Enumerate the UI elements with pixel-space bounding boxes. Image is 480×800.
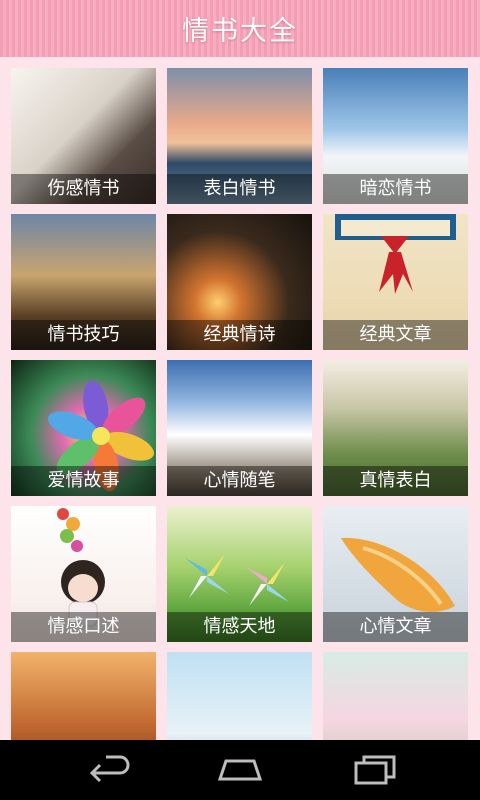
- tile-label: 情感口述: [11, 612, 156, 642]
- tile-image: [167, 652, 312, 740]
- tile-row5-2[interactable]: [167, 652, 312, 740]
- tile-row5-3[interactable]: [323, 652, 468, 740]
- system-navigation-bar: [0, 740, 480, 800]
- tile-classic-poems[interactable]: 经典情诗: [167, 214, 312, 350]
- tile-image: [11, 652, 156, 740]
- tile-emotional-narratives[interactable]: 情感口述: [11, 506, 156, 642]
- back-button[interactable]: [62, 740, 152, 800]
- tile-row5-1[interactable]: [11, 652, 156, 740]
- tile-confession-letters[interactable]: 表白情书: [167, 68, 312, 204]
- tile-label: 经典情诗: [167, 320, 312, 350]
- tile-letter-skills[interactable]: 情书技巧: [11, 214, 156, 350]
- app-header: 情书大全: [0, 0, 480, 58]
- tile-sincere-confessions[interactable]: 真情表白: [323, 360, 468, 496]
- tile-mood-essays[interactable]: 心情随笔: [167, 360, 312, 496]
- tile-label: 表白情书: [167, 174, 312, 204]
- tile-label: 心情随笔: [167, 466, 312, 496]
- tile-emotion-world[interactable]: 情感天地: [167, 506, 312, 642]
- tile-image: [323, 652, 468, 740]
- tile-label: 心情文章: [323, 612, 468, 642]
- tile-classic-articles[interactable]: 经典文章: [323, 214, 468, 350]
- recents-button[interactable]: [330, 740, 420, 800]
- tile-label: 伤感情书: [11, 174, 156, 204]
- tile-label: 情感天地: [167, 612, 312, 642]
- tile-heart-articles[interactable]: 心情文章: [323, 506, 468, 642]
- home-icon: [217, 759, 263, 781]
- tile-love-stories[interactable]: 爱情故事: [11, 360, 156, 496]
- category-grid: 伤感情书 表白情书 暗恋情书 情书技巧 经典情诗 经典文章 爱情故事 心情随笔 …: [0, 57, 480, 740]
- home-button[interactable]: [195, 740, 285, 800]
- tile-label: 暗恋情书: [323, 174, 468, 204]
- tile-sad-letters[interactable]: 伤感情书: [11, 68, 156, 204]
- tile-crush-letters[interactable]: 暗恋情书: [323, 68, 468, 204]
- page-title: 情书大全: [182, 16, 298, 47]
- tile-label: 情书技巧: [11, 320, 156, 350]
- tile-label: 爱情故事: [11, 466, 156, 496]
- tile-label: 真情表白: [323, 466, 468, 496]
- recents-icon: [354, 755, 396, 785]
- back-icon: [89, 755, 130, 783]
- tile-label: 经典文章: [323, 320, 468, 350]
